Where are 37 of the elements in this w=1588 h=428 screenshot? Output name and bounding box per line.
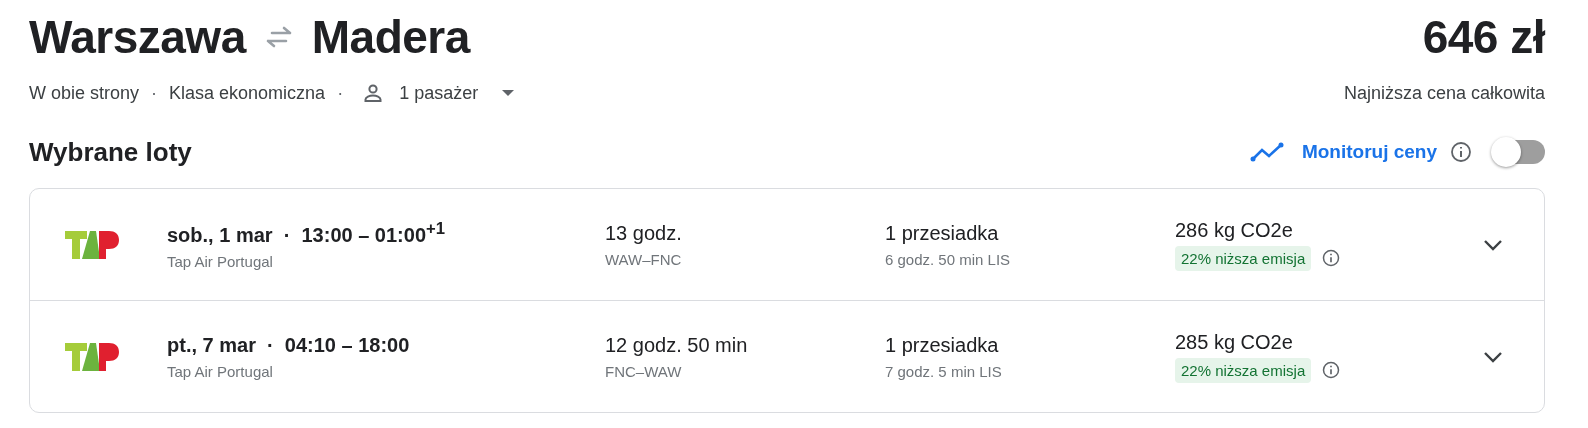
price-tracking-label[interactable]: Monitoruj ceny [1301,141,1437,163]
price-tracking-toggle[interactable] [1493,140,1545,164]
info-icon[interactable] [1449,140,1473,164]
emissions-value: 286 kg CO2e [1175,218,1294,242]
emission-badge: 22% niższa emisja [1175,245,1312,271]
origin-city: Warszawa [29,10,246,64]
chevron-icon [1483,238,1503,251]
flight-times: sob., 1 mar · 13:00 – 01:00$^{+1}$ [167,219,447,247]
layover-info: 7 godz. 5 min LIS [885,362,1003,380]
stops-count: 1 przesiadka [885,221,1000,245]
airline-name: Tap Air Portugal [167,362,274,380]
destination-city: Madera [311,10,470,64]
airport-codes: WAW–FNC [605,250,683,268]
passengers-dropdown[interactable]: 1 pasażer [355,81,521,105]
info-icon[interactable] [1321,360,1342,380]
layover-info: 6 godz. 50 min LIS [885,250,1012,268]
separator-dot: · [151,82,158,104]
separator-dot: · [337,82,344,104]
info-icon[interactable] [1321,248,1342,268]
dropdown-caret-icon [502,90,515,96]
airline-name: Tap Air Portugal [167,252,274,270]
airline-logo-icon [65,340,119,373]
trend-line-icon [1249,142,1284,162]
price-note: Najniższa cena całkowita [1343,82,1545,104]
emission-badge: 22% niższa emisja [1175,357,1312,383]
flight-duration: 13 godz. [605,221,683,245]
airport-codes: FNC–WAW [605,362,683,380]
airline-logo-icon [65,228,119,261]
flight-times: pt., 7 mar · 04:10 – 18:00 [167,333,411,357]
cabin-class: Klasa ekonomiczna [169,82,326,104]
emissions-value: 285 kg CO2e [1175,330,1294,354]
stops-count: 1 przesiadka [885,333,1000,357]
total-price: 646 zł [1422,10,1545,64]
flight-duration: 12 godz. 50 min [605,333,749,357]
chevron-icon [1483,350,1503,363]
section-title: Wybrane loty [29,136,192,168]
trip-type: W obie strony [29,82,140,104]
